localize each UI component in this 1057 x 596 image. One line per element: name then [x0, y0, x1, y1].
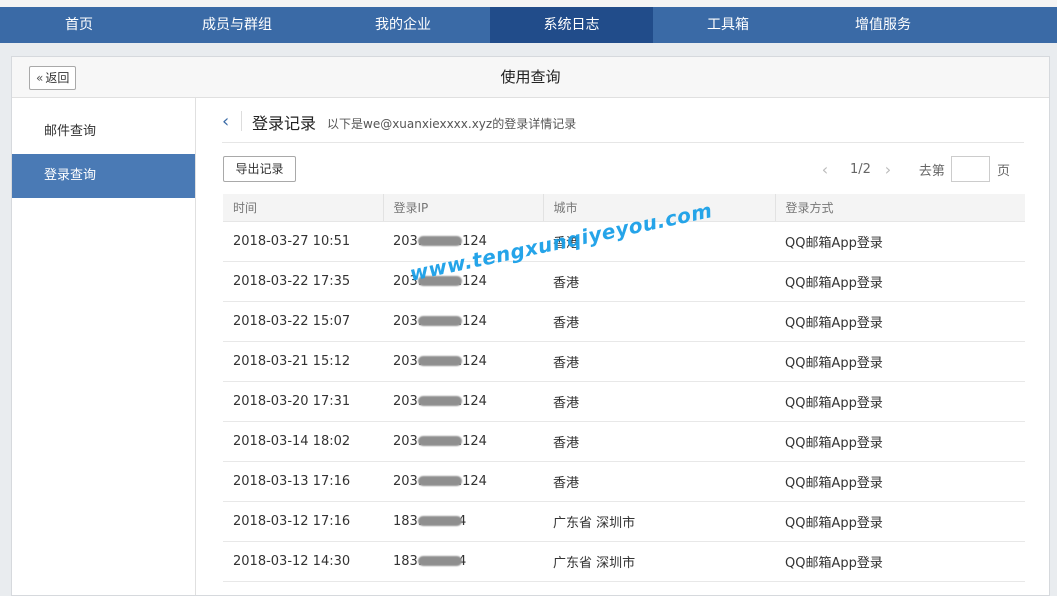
- page-description: 以下是we@xuanxiexxxx.xyz的登录详情记录: [327, 117, 577, 131]
- back-label: 返回: [45, 71, 70, 85]
- cell-time: 2018-03-21 15:12: [223, 341, 383, 382]
- table-row: 2018-03-21 15:12 203. .124 香港 QQ邮箱App登录: [223, 341, 1025, 382]
- cell-city: 香港: [543, 421, 775, 462]
- export-button[interactable]: 导出记录: [223, 156, 296, 182]
- cell-city: 香港: [543, 461, 775, 502]
- cell-time: 2018-03-12 14:30: [223, 541, 383, 582]
- nav-item[interactable]: 系统日志: [490, 7, 653, 43]
- redacted-mark: [417, 396, 462, 406]
- nav-item[interactable]: 工具箱: [653, 7, 803, 43]
- ip-suffix: .124: [457, 353, 487, 369]
- column-header-ip: 登录IP: [382, 194, 543, 222]
- cell-time: 2018-03-20 17:31: [223, 381, 383, 422]
- cell-method: QQ邮箱App登录: [775, 501, 1025, 542]
- cell-ip: 203. .124: [383, 421, 543, 462]
- table-row: 2018-03-20 17:31 203. .124 香港 QQ邮箱App登录: [223, 381, 1025, 422]
- nav-item[interactable]: 增值服务: [803, 7, 963, 43]
- cell-time: 2018-03-22 15:07: [223, 301, 383, 342]
- column-header-method: 登录方式: [774, 194, 1025, 222]
- table-row: 2018-03-12 17:16 183. 4 广东省 深圳市 QQ邮箱App登录: [223, 501, 1025, 542]
- cell-ip: 183. 4: [383, 501, 543, 542]
- page-indicator: 1/2: [850, 161, 871, 177]
- chevron-left-icon[interactable]: ‹: [222, 111, 229, 132]
- panel-header: 使用查询 « 返回: [12, 57, 1049, 98]
- cell-method: QQ邮箱App登录: [775, 381, 1025, 422]
- double-chevron-left-icon: «: [36, 71, 44, 85]
- cell-method: QQ邮箱App登录: [775, 541, 1025, 582]
- login-log-table: 时间 登录IP 城市 登录方式 2018-03-27 10:51 203. .124…: [223, 194, 1025, 582]
- nav-item[interactable]: 首页: [0, 7, 158, 43]
- cell-time: 2018-03-12 17:16: [223, 501, 383, 542]
- divider: [241, 111, 242, 131]
- ip-suffix: .124: [457, 473, 487, 489]
- table-row: 2018-03-12 14:30 183. 4 广东省 深圳市 QQ邮箱App登录: [223, 541, 1025, 582]
- cell-ip: 203. .124: [383, 381, 543, 422]
- cell-time: 2018-03-14 18:02: [223, 421, 383, 462]
- cell-ip: 203. .124: [383, 301, 543, 342]
- ip-suffix: .124: [457, 273, 487, 289]
- page-number-input[interactable]: [950, 156, 990, 182]
- table-row: 2018-03-22 17:35 203. .124 香港 QQ邮箱App登录: [223, 261, 1025, 302]
- cell-ip: 183. 4: [383, 541, 543, 582]
- redacted-mark: [417, 516, 462, 526]
- cell-method: QQ邮箱App登录: [775, 461, 1025, 502]
- ip-suffix: .124: [457, 313, 487, 329]
- cell-city: 广东省 深圳市: [543, 541, 775, 582]
- goto-label: 去第: [918, 163, 945, 179]
- cell-time: 2018-03-13 17:16: [223, 461, 383, 502]
- cell-method: QQ邮箱App登录: [775, 421, 1025, 462]
- sidebar-item-label: 登录查询: [44, 168, 97, 183]
- ip-suffix: .124: [457, 393, 487, 409]
- nav-item[interactable]: 我的企业: [316, 7, 490, 43]
- table-row: 2018-03-14 18:02 203. .124 香港 QQ邮箱App登录: [223, 421, 1025, 462]
- cell-time: 2018-03-22 17:35: [223, 261, 383, 302]
- sidebar-item-mail-query[interactable]: 邮件查询: [12, 110, 195, 154]
- cell-ip: 203. .124: [383, 341, 543, 382]
- cell-ip: 203. .124: [383, 461, 543, 502]
- cell-city: 香港: [543, 381, 775, 422]
- page-unit-label: 页: [996, 163, 1010, 179]
- redacted-mark: [417, 556, 462, 566]
- sidebar-item-label: 邮件查询: [44, 124, 97, 139]
- top-strip: [0, 0, 1057, 7]
- table-row: 2018-03-13 17:16 203. .124 香港 QQ邮箱App登录: [223, 461, 1025, 502]
- page-title: 登录记录: [252, 114, 317, 133]
- redacted-mark: [417, 436, 462, 446]
- redacted-mark: [417, 316, 462, 326]
- back-button[interactable]: « 返回: [29, 66, 77, 90]
- table-row: 2018-03-22 15:07 203. .124 香港 QQ邮箱App登录: [223, 301, 1025, 342]
- cell-city: 香港: [543, 341, 775, 382]
- top-nav: 首页 成员与群组 我的企业 系统日志 工具箱 增值服务: [0, 7, 1057, 43]
- column-header-time: 时间: [223, 194, 383, 222]
- next-page-icon[interactable]: ›: [879, 160, 897, 179]
- cell-city: 香港: [543, 301, 775, 342]
- ip-suffix: .124: [457, 433, 487, 449]
- nav-item[interactable]: 成员与群组: [158, 7, 316, 43]
- cell-city: 香港: [543, 261, 775, 302]
- panel-title: 使用查询: [500, 68, 561, 86]
- cell-method: QQ邮箱App登录: [775, 341, 1025, 382]
- cell-city: 广东省 深圳市: [543, 501, 775, 542]
- cell-method: QQ邮箱App登录: [775, 301, 1025, 342]
- sidebar: 邮件查询 登录查询: [12, 98, 196, 595]
- query-panel: 使用查询 « 返回 邮件查询 登录查询 ‹ 登录记录 以下是we@xuanxie…: [11, 56, 1050, 596]
- breadcrumb: ‹ 登录记录 以下是we@xuanxiexxxx.xyz的登录详情记录: [222, 98, 1024, 143]
- cell-method: QQ邮箱App登录: [775, 221, 1025, 262]
- pagination: ‹ 1/2 › 去第 页: [816, 156, 1010, 182]
- prev-page-icon[interactable]: ‹: [816, 160, 834, 179]
- redacted-mark: [417, 236, 462, 246]
- sidebar-item-login-query[interactable]: 登录查询: [12, 154, 195, 198]
- redacted-mark: [417, 476, 462, 486]
- redacted-mark: [417, 356, 462, 366]
- cell-method: QQ邮箱App登录: [775, 261, 1025, 302]
- cell-time: 2018-03-27 10:51: [223, 221, 383, 262]
